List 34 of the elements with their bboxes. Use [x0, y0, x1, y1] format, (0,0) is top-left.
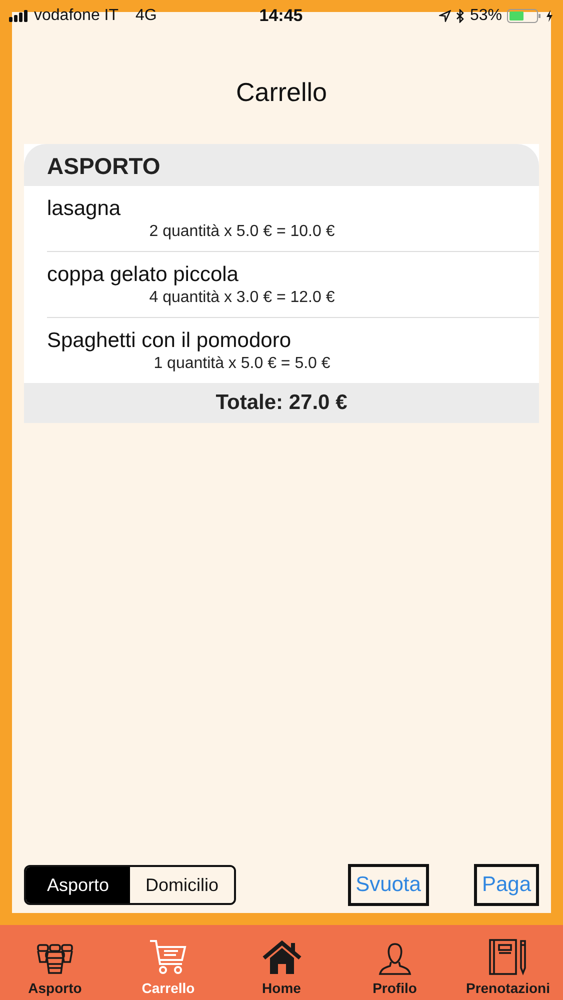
battery-icon: [506, 9, 541, 23]
action-button[interactable]: Paga: [474, 864, 539, 906]
section-header: ASPORTO: [24, 144, 539, 186]
item-name: Spaghetti con il pomodoro: [47, 328, 292, 354]
signal-icon: [9, 10, 29, 22]
bluetooth-icon: [456, 9, 465, 23]
item-name: lasagna: [47, 196, 122, 222]
cart-item-row[interactable]: lasagna 2 quantità x 5.0 € = 10.0 €: [47, 186, 539, 252]
charging-bolt-icon: [546, 10, 553, 22]
location-arrow-icon: [438, 10, 451, 22]
tab-bar-item[interactable]: Home: [232, 925, 332, 1000]
tab-bar-item[interactable]: Asporto: [5, 925, 105, 1000]
item-price-detail: 4 quantità x 3.0 € = 12.0 €: [148, 288, 336, 308]
segment-option[interactable]: Asporto: [26, 867, 130, 903]
house-icon: [262, 940, 302, 976]
action-button[interactable]: Svuota: [348, 864, 429, 906]
person-icon: [378, 942, 412, 976]
cart-total: Totale: 27.0 €: [24, 383, 539, 423]
cart-item-row[interactable]: coppa gelato piccola 4 quantità x 3.0 € = 12.0 €: [47, 252, 539, 318]
clock-time: 14:45: [259, 6, 303, 26]
item-price-detail: 2 quantità x 5.0 € = 10.0 €: [148, 222, 336, 242]
item-name: coppa gelato piccola: [47, 262, 240, 288]
cart-icon: [148, 938, 188, 976]
carrier-name: vodafone IT: [34, 7, 118, 25]
tab-bar-item[interactable]: Prenotazioni: [458, 925, 558, 1000]
cart-item-row[interactable]: Spaghetti con il pomodoro 1 quantità x 5.0 € = 5.0 €: [47, 318, 539, 383]
delivery-mode-control[interactable]: Asporto Domicilio: [24, 865, 236, 905]
notebook-icon: [488, 938, 528, 976]
network-type: 4G: [136, 7, 157, 25]
tab-bar-item[interactable]: Profilo: [344, 925, 445, 1000]
cups-icon: [35, 942, 75, 976]
item-price-detail: 1 quantità x 5.0 € = 5.0 €: [152, 354, 332, 374]
screen-title: Carrello: [236, 76, 328, 108]
battery-percent: 53%: [470, 7, 502, 25]
